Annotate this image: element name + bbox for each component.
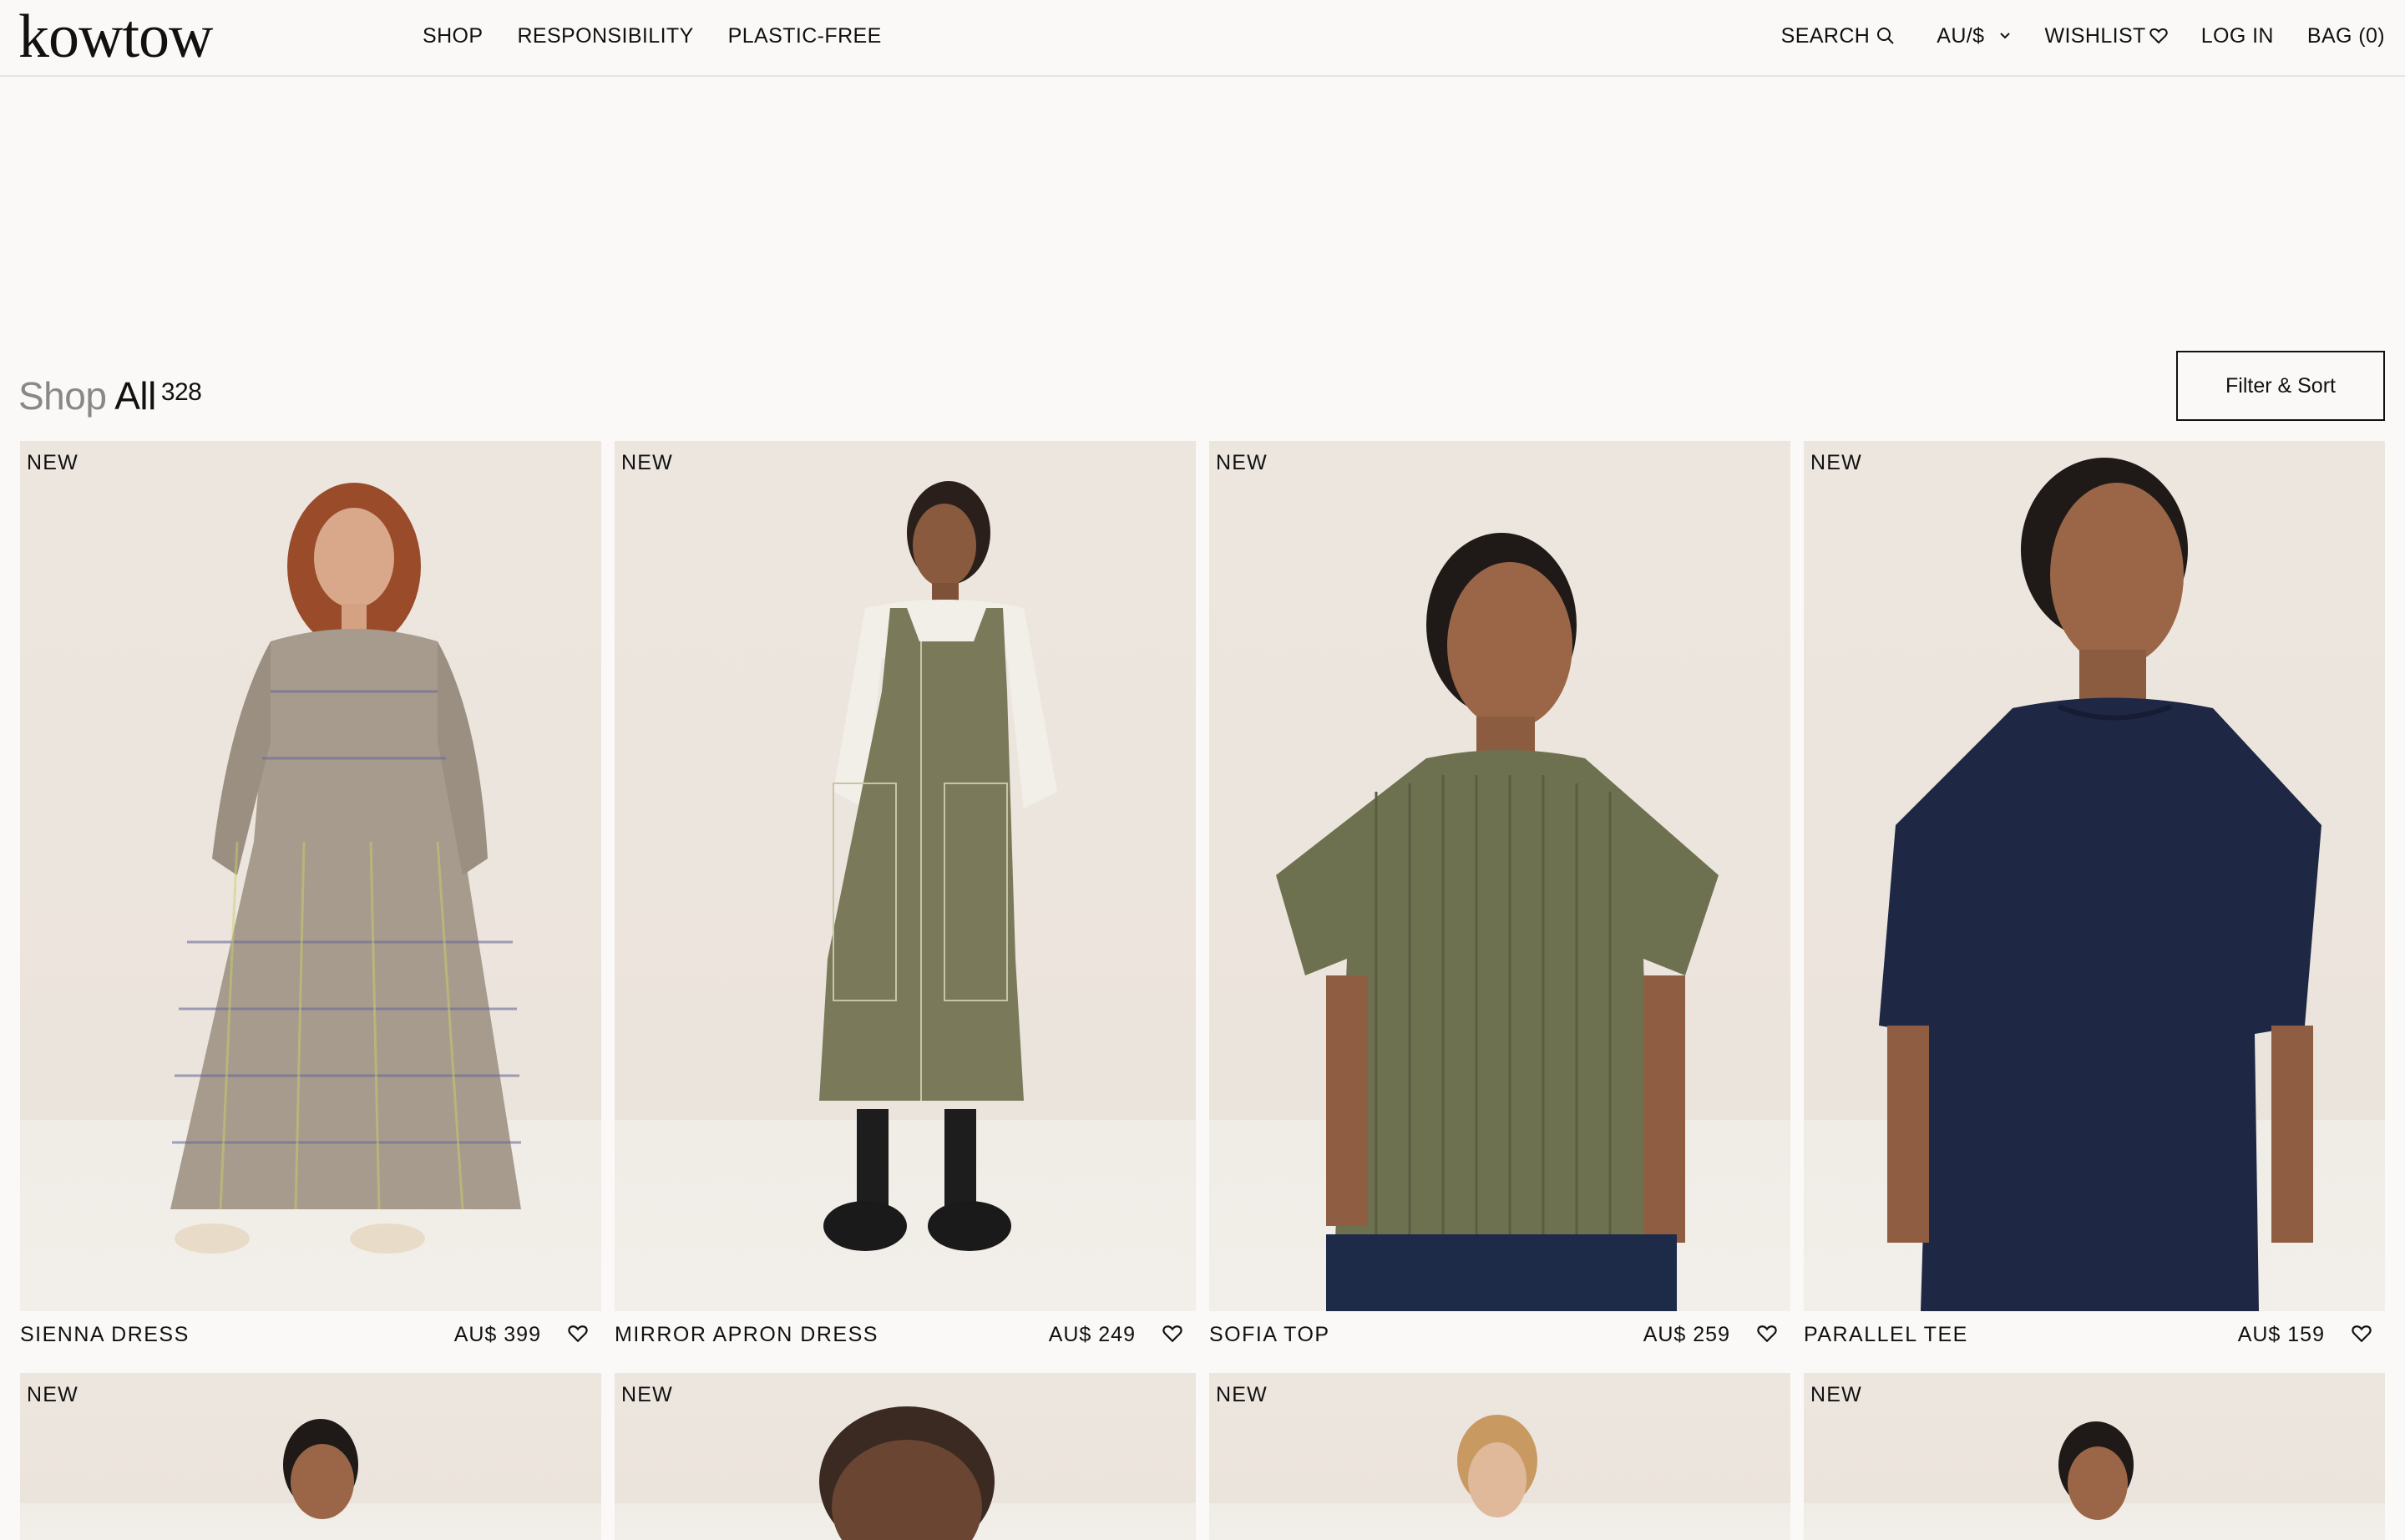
chevron-down-icon — [1999, 32, 2011, 40]
heart-icon — [2149, 28, 2168, 44]
currency-selector[interactable]: AU/$ — [1937, 23, 2011, 48]
product-price: AU$ 259 — [1643, 1323, 1730, 1346]
title-main: All — [114, 374, 156, 418]
new-badge: NEW — [27, 451, 78, 474]
product-card[interactable]: NEW PARALLEL TEE AU$ 159 — [1804, 441, 2385, 1356]
wishlist-heart-icon[interactable] — [1162, 1325, 1182, 1347]
new-badge: NEW — [27, 1383, 78, 1406]
product-image[interactable]: NEW — [20, 1373, 601, 1540]
new-badge: NEW — [1216, 1383, 1268, 1406]
product-name[interactable]: PARALLEL TEE — [1804, 1323, 1968, 1347]
product-card[interactable]: NEW — [20, 1373, 601, 1540]
brand-logo[interactable]: kowtow — [18, 3, 213, 70]
product-card[interactable]: NEW MIRROR APRON DRESS AU$ 249 — [615, 441, 1196, 1356]
wishlist-heart-icon[interactable] — [1757, 1325, 1777, 1347]
wishlist-heart-icon[interactable] — [2352, 1325, 2372, 1347]
product-card[interactable]: NEW SIENNA DRESS AU$ 399 — [20, 441, 601, 1356]
product-meta: SOFIA TOP AU$ 259 — [1209, 1311, 1790, 1356]
product-photo — [1457, 1415, 1537, 1517]
product-price: AU$ 159 — [2237, 1323, 2325, 1346]
new-badge: NEW — [621, 1383, 673, 1406]
title-prefix: Shop — [18, 374, 107, 418]
product-count: 328 — [160, 378, 202, 406]
product-image[interactable]: NEW — [615, 441, 1196, 1311]
nav-plastic-free[interactable]: PLASTIC-FREE — [728, 23, 882, 48]
product-photo — [283, 1419, 358, 1519]
product-photo-mirror-apron — [819, 481, 1057, 1251]
product-name[interactable]: SOFIA TOP — [1209, 1323, 1330, 1347]
currency-label: AU/$ — [1937, 24, 1985, 48]
nav-responsibility[interactable]: RESPONSIBILITY — [517, 23, 693, 48]
nav-shop[interactable]: SHOP — [423, 23, 483, 48]
product-photo — [2058, 1421, 2134, 1520]
utility-nav: SEARCH AU/$ WISHLIST LOG IN BAG (0) — [1781, 23, 2385, 48]
product-price: AU$ 399 — [453, 1323, 541, 1346]
product-price: AU$ 249 — [1048, 1323, 1136, 1346]
product-photo-sienna — [170, 483, 521, 1254]
product-card[interactable]: NEW — [1804, 1373, 2385, 1540]
product-image[interactable]: NEW — [20, 441, 601, 1311]
product-name[interactable]: SIENNA DRESS — [20, 1323, 190, 1347]
page-title: Shop All 328 — [18, 371, 202, 421]
login-link[interactable]: LOG IN — [2201, 23, 2274, 48]
site-header: kowtow SHOP RESPONSIBILITY PLASTIC-FREE … — [0, 0, 2405, 77]
search-icon — [1876, 27, 1895, 45]
search-label: SEARCH — [1780, 24, 1871, 48]
product-name[interactable]: MIRROR APRON DRESS — [615, 1323, 878, 1347]
primary-nav: SHOP RESPONSIBILITY PLASTIC-FREE — [423, 23, 882, 48]
product-image[interactable]: NEW — [1209, 1373, 1790, 1540]
product-image[interactable]: NEW — [1209, 441, 1790, 1311]
new-badge: NEW — [1810, 1383, 1862, 1406]
product-meta: MIRROR APRON DRESS AU$ 249 — [615, 1311, 1196, 1356]
product-photo-parallel-tee — [1879, 458, 2321, 1311]
wishlist-label: WISHLIST — [2044, 24, 2146, 48]
product-image[interactable]: NEW — [1804, 441, 2385, 1311]
product-photo-sofia — [1276, 533, 1719, 1311]
product-card[interactable]: NEW — [1209, 1373, 1790, 1540]
filter-sort-button[interactable]: Filter & Sort — [2176, 351, 2385, 421]
new-badge: NEW — [621, 451, 673, 474]
new-badge: NEW — [1216, 451, 1268, 474]
product-image[interactable]: NEW — [615, 1373, 1196, 1540]
product-photo — [819, 1406, 995, 1540]
product-image[interactable]: NEW — [1804, 1373, 2385, 1540]
product-meta: PARALLEL TEE AU$ 159 — [1804, 1311, 2385, 1356]
wishlist-heart-icon[interactable] — [568, 1325, 588, 1347]
new-badge: NEW — [1810, 451, 1862, 474]
product-card[interactable]: NEW — [615, 1373, 1196, 1540]
product-card[interactable]: NEW SOFIA TOP AU$ 259 — [1209, 441, 1790, 1356]
search-button[interactable]: SEARCH — [1781, 23, 1896, 48]
wishlist-link[interactable]: WISHLIST — [2044, 23, 2168, 48]
bag-link[interactable]: BAG (0) — [2307, 23, 2385, 48]
product-meta: SIENNA DRESS AU$ 399 — [20, 1311, 601, 1356]
